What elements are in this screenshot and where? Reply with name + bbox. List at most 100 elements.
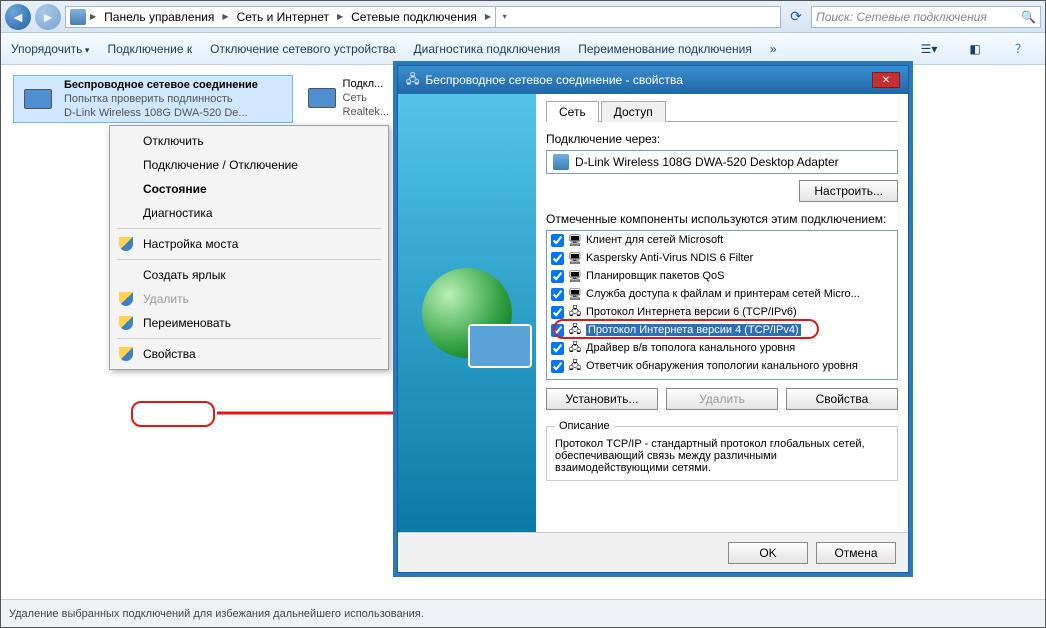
adapter-name: D-Link Wireless 108G DWA-520 Desktop Ada… bbox=[575, 155, 839, 169]
toolbar-disable[interactable]: Отключение сетевого устройства bbox=[210, 42, 395, 56]
ctx-properties[interactable]: Свойства bbox=[113, 342, 385, 366]
description-group: Описание Протокол TCP/IP - стандартный п… bbox=[546, 420, 898, 481]
separator bbox=[117, 228, 381, 229]
component-row[interactable]: 🖧Драйвер в/в тополога канального уровня bbox=[547, 339, 897, 357]
connection-item-lan[interactable]: Подкл... Сеть Realtek... bbox=[303, 75, 393, 121]
component-row-ipv4[interactable]: 🖧Протокол Интернета версии 4 (TCP/IPv4) bbox=[547, 321, 897, 339]
description-legend: Описание bbox=[555, 420, 614, 432]
toolbar-more[interactable]: » bbox=[770, 42, 777, 56]
component-checkbox[interactable] bbox=[551, 252, 564, 265]
globe-icon bbox=[422, 268, 512, 358]
status-text: Удаление выбранных подключений для избеж… bbox=[9, 608, 424, 620]
preview-pane-button[interactable]: ◧ bbox=[961, 39, 989, 59]
component-row[interactable]: 🖧Протокол Интернета версии 6 (TCP/IPv6) bbox=[547, 303, 897, 321]
shield-icon bbox=[119, 237, 133, 251]
connection-title: Подкл... bbox=[343, 77, 389, 91]
component-row[interactable]: 🖥Планировщик пакетов QoS bbox=[547, 267, 897, 285]
protocol-icon: 🖧 bbox=[568, 323, 582, 337]
chevron-right-icon: ▶ bbox=[483, 12, 493, 21]
connection-status: Попытка проверить подлинность bbox=[64, 92, 258, 106]
configure-button[interactable]: Настроить... bbox=[799, 180, 898, 202]
description-text: Протокол TCP/IP - стандартный протокол г… bbox=[555, 438, 889, 474]
responder-icon: 🖧 bbox=[568, 359, 582, 373]
connection-item-wireless[interactable]: Беспроводное сетевое соединение Попытка … bbox=[13, 75, 293, 123]
shield-icon bbox=[119, 292, 133, 306]
component-row[interactable]: 🖥Служба доступа к файлам и принтерам сет… bbox=[547, 285, 897, 303]
service-icon: 🖥 bbox=[568, 287, 582, 301]
connect-via-label: Подключение через: bbox=[546, 132, 898, 146]
tab-access[interactable]: Доступ bbox=[601, 101, 666, 122]
breadcrumb-control-panel[interactable]: Панель управления bbox=[100, 9, 218, 25]
ctx-delete[interactable]: Удалить bbox=[113, 287, 385, 311]
view-mode-button[interactable]: ☰▾ bbox=[915, 39, 943, 59]
separator bbox=[117, 338, 381, 339]
shield-icon bbox=[119, 316, 133, 330]
ctx-rename[interactable]: Переименовать bbox=[113, 311, 385, 335]
separator bbox=[117, 259, 381, 260]
component-checkbox[interactable] bbox=[551, 288, 564, 301]
breadcrumb-network-internet[interactable]: Сеть и Интернет bbox=[233, 9, 333, 25]
breadcrumb-dropdown[interactable]: ▾ bbox=[495, 6, 513, 28]
search-placeholder: Поиск: Сетевые подключения bbox=[816, 10, 987, 24]
toolbar-connect[interactable]: Подключение к bbox=[107, 42, 192, 56]
tab-network[interactable]: Сеть bbox=[546, 101, 599, 122]
component-checkbox[interactable] bbox=[551, 360, 564, 373]
dialog-title-bar[interactable]: 🖧 Беспроводное сетевое соединение - свой… bbox=[398, 66, 908, 94]
refresh-button[interactable]: ⟳ bbox=[785, 6, 807, 28]
component-row[interactable]: 🖧Ответчик обнаружения топологии канально… bbox=[547, 357, 897, 375]
wireless-adapter-icon bbox=[18, 78, 58, 120]
search-icon: 🔍 bbox=[1021, 10, 1036, 24]
chevron-right-icon: ▶ bbox=[88, 12, 98, 21]
component-checkbox[interactable] bbox=[551, 324, 564, 337]
ctx-diagnostics[interactable]: Диагностика bbox=[113, 201, 385, 225]
connection-device: Realtek... bbox=[343, 105, 389, 119]
connection-title: Беспроводное сетевое соединение bbox=[64, 78, 258, 92]
toolbar-organize[interactable]: Упорядочить bbox=[11, 42, 89, 56]
component-checkbox[interactable] bbox=[551, 270, 564, 283]
ctx-state[interactable]: Состояние bbox=[113, 177, 385, 201]
properties-dialog: 🖧 Беспроводное сетевое соединение - свой… bbox=[397, 65, 909, 573]
adapter-icon bbox=[553, 154, 569, 170]
network-icon: 🖧 bbox=[406, 70, 419, 91]
close-button[interactable]: ✕ bbox=[872, 72, 900, 88]
chevron-right-icon: ▶ bbox=[220, 12, 230, 21]
breadcrumb[interactable]: ▶ Панель управления ▶ Сеть и Интернет ▶ … bbox=[65, 6, 781, 28]
protocol-icon: 🖧 bbox=[568, 305, 582, 319]
uninstall-button[interactable]: Удалить bbox=[666, 388, 778, 410]
nav-back-button[interactable]: ◄ bbox=[5, 4, 31, 30]
driver-icon: 🖧 bbox=[568, 341, 582, 355]
component-checkbox[interactable] bbox=[551, 342, 564, 355]
component-checkbox[interactable] bbox=[551, 234, 564, 247]
dialog-title: Беспроводное сетевое соединение - свойст… bbox=[425, 73, 683, 87]
cancel-button[interactable]: Отмена bbox=[816, 542, 896, 564]
component-checkbox[interactable] bbox=[551, 306, 564, 319]
nav-forward-button[interactable]: ► bbox=[35, 4, 61, 30]
client-icon: 🖥 bbox=[568, 233, 582, 247]
lan-adapter-icon bbox=[307, 77, 337, 119]
properties-button[interactable]: Свойства bbox=[786, 388, 898, 410]
search-input[interactable]: Поиск: Сетевые подключения 🔍 bbox=[811, 6, 1041, 28]
connection-device: D-Link Wireless 108G DWA-520 De... bbox=[64, 106, 258, 120]
toolbar-rename[interactable]: Переименование подключения bbox=[578, 42, 752, 56]
chevron-right-icon: ▶ bbox=[335, 12, 345, 21]
toolbar-diagnostics[interactable]: Диагностика подключения bbox=[414, 42, 561, 56]
components-list[interactable]: 🖥Клиент для сетей Microsoft 🖥Kaspersky A… bbox=[546, 230, 898, 380]
context-menu: Отключить Подключение / Отключение Состо… bbox=[109, 125, 389, 370]
ctx-bridge[interactable]: Настройка моста bbox=[113, 232, 385, 256]
adapter-field: D-Link Wireless 108G DWA-520 Desktop Ada… bbox=[546, 150, 898, 174]
components-label: Отмеченные компоненты используются этим … bbox=[546, 212, 898, 226]
component-row[interactable]: 🖥Клиент для сетей Microsoft bbox=[547, 231, 897, 249]
ctx-connect-disconnect[interactable]: Подключение / Отключение bbox=[113, 153, 385, 177]
ctx-disconnect[interactable]: Отключить bbox=[113, 129, 385, 153]
help-button[interactable]: ？ bbox=[1007, 39, 1035, 59]
connection-status: Сеть bbox=[343, 91, 389, 105]
shield-icon bbox=[119, 347, 133, 361]
ctx-shortcut[interactable]: Создать ярлык bbox=[113, 263, 385, 287]
component-row[interactable]: 🖥Kaspersky Anti-Virus NDIS 6 Filter bbox=[547, 249, 897, 267]
breadcrumb-network-connections[interactable]: Сетевые подключения bbox=[347, 9, 481, 25]
filter-icon: 🖥 bbox=[568, 251, 582, 265]
location-icon bbox=[70, 9, 86, 25]
dialog-sidebar-image bbox=[398, 94, 536, 532]
ok-button[interactable]: OK bbox=[728, 542, 808, 564]
install-button[interactable]: Установить... bbox=[546, 388, 658, 410]
